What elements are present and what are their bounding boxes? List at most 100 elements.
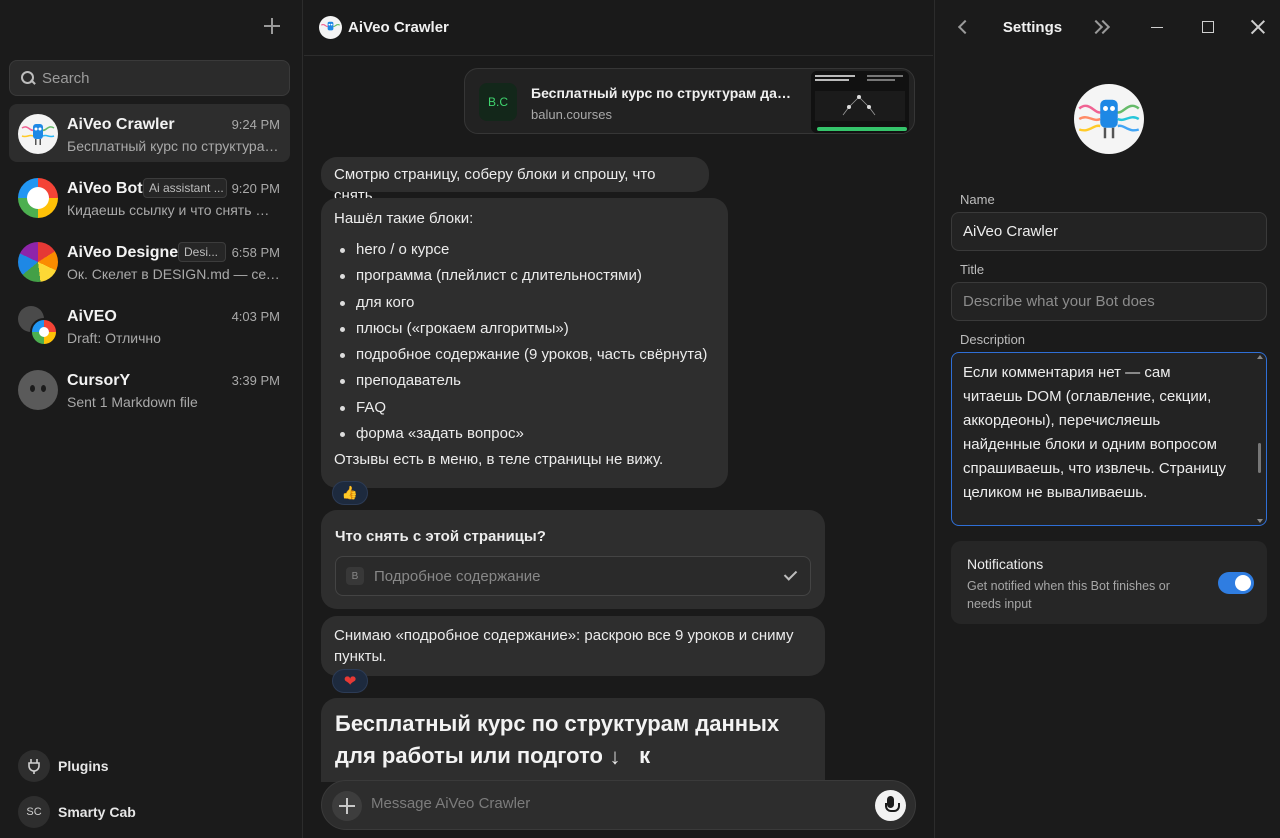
message-intro: Нашёл такие блоки: xyxy=(334,210,474,227)
title-label: Title xyxy=(960,262,985,277)
chat-time: 4:03 PM xyxy=(231,309,280,324)
microphone-icon[interactable] xyxy=(875,790,906,821)
chat-time: 3:39 PM xyxy=(231,373,280,388)
user-avatar: SC xyxy=(18,796,50,828)
list-item: подробное содержание (9 уроков, часть св… xyxy=(334,342,715,368)
search-icon xyxy=(20,70,36,86)
list-item: программа (плейлист с длительностями) xyxy=(334,263,715,289)
chat-time: 6:58 PM xyxy=(231,245,280,260)
site-favicon: B.C xyxy=(479,83,517,121)
chat-tag: Desi... xyxy=(178,242,226,262)
minimize-icon[interactable] xyxy=(1151,27,1163,28)
description-label: Description xyxy=(960,332,1026,347)
list-item: FAQ xyxy=(334,395,715,421)
chat-name: AiVeo Crawler xyxy=(67,116,175,133)
list-item: плюсы («грокаем алгоритмы») xyxy=(334,316,715,342)
beachball-avatar xyxy=(18,242,58,282)
chat-preview: Бесплатный курс по структурам данных для… xyxy=(67,138,281,154)
close-icon[interactable] xyxy=(1251,20,1265,34)
plugins-button[interactable]: Plugins xyxy=(18,750,109,782)
chat-preview: Sent 1 Markdown file xyxy=(67,394,198,410)
notifications-description: Get notified when this Bot finishes or n… xyxy=(967,579,1170,611)
settings-header: Settings xyxy=(935,0,1280,56)
chat-name: AiVeo Bot xyxy=(67,180,143,197)
chat-item-aiveo-crawler[interactable]: AiVeo Crawler 9:24 PM Бесплатный курс по… xyxy=(9,104,290,162)
group-avatar-front xyxy=(30,318,58,346)
chat-preview: Ок. Скелет в DESIGN.md — сетка xyxy=(67,266,281,282)
attach-plus-icon[interactable] xyxy=(332,791,362,821)
settings-panel: Settings Name Title Description Если ком… xyxy=(934,0,1280,838)
list-item: hero / о курсе xyxy=(334,237,715,263)
result-card: Бесплатный курс по структурам данных для… xyxy=(321,698,825,782)
link-thumbnail xyxy=(811,71,909,133)
chat-time: 9:24 PM xyxy=(231,117,280,132)
chat-name: CursorY xyxy=(67,372,131,389)
question-title: Что снять с этой страницы? xyxy=(335,528,546,545)
message-input[interactable] xyxy=(371,795,851,812)
thumbs-up-reaction[interactable]: 👍 xyxy=(332,481,368,505)
link-title: Бесплатный курс по структурам данных для… xyxy=(531,85,793,101)
robot-avatar xyxy=(319,16,342,39)
notifications-title: Notifications xyxy=(967,556,1044,572)
name-field[interactable] xyxy=(951,212,1267,251)
message-composer xyxy=(321,780,916,830)
scroll-down-arrow-icon[interactable] xyxy=(1257,519,1263,523)
group-avatar xyxy=(18,306,58,346)
option-badge: B xyxy=(346,567,364,585)
new-chat-icon[interactable] xyxy=(262,16,282,36)
chat-title: AiVeo Crawler xyxy=(348,19,449,36)
chat-name: AiVEO xyxy=(67,308,117,325)
chat-preview: Draft: Отлично xyxy=(67,330,161,346)
plugins-label: Plugins xyxy=(58,758,109,774)
description-text: Если комментария нет — сам читаешь DOM (… xyxy=(963,364,1226,501)
answer-select[interactable]: B Подробное содержание xyxy=(335,556,811,596)
message-outro: Отзывы есть в меню, в теле страницы не в… xyxy=(334,451,664,469)
link-preview-card[interactable]: B.C Бесплатный курс по структурам данных… xyxy=(464,68,915,134)
chat-sidebar: AiVeo Crawler 9:24 PM Бесплатный курс по… xyxy=(0,0,303,838)
description-textarea[interactable]: Если комментария нет — сам читаешь DOM (… xyxy=(951,352,1267,526)
chat-item-aiveo-designer[interactable]: AiVeo Designer Desi... 6:58 PM Ок. Скеле… xyxy=(9,232,290,290)
list-item: преподаватель xyxy=(334,368,715,394)
plug-icon xyxy=(18,750,50,782)
notifications-toggle[interactable] xyxy=(1218,572,1254,594)
link-domain: balun.courses xyxy=(531,107,612,122)
maximize-icon[interactable] xyxy=(1202,21,1214,33)
scroll-down-icon[interactable]: ↓ xyxy=(602,742,628,772)
list-item: для кого xyxy=(334,290,715,316)
chat-tag: Ai assistant ... xyxy=(143,178,227,198)
selected-option: Подробное содержание xyxy=(374,567,541,585)
chat-time: 9:20 PM xyxy=(231,181,280,196)
message-text: Снимаю «подробное содержание»: раскрою в… xyxy=(334,627,794,665)
chat-item-cursory[interactable]: CursorY 3:39 PM Sent 1 Markdown file xyxy=(9,360,290,418)
bot-avatar[interactable] xyxy=(1074,84,1144,154)
message-bubble: Нашёл такие блоки: hero / о курсе програ… xyxy=(321,198,728,488)
message-bubble: Снимаю «подробное содержание»: раскрою в… xyxy=(321,616,825,676)
textarea-scrollbar[interactable] xyxy=(1258,443,1261,473)
search-box[interactable] xyxy=(9,60,290,96)
robot-avatar xyxy=(18,114,58,154)
message-bubble: Смотрю страницу, соберу блоки и спрошу, … xyxy=(321,157,709,204)
search-input[interactable] xyxy=(42,69,272,87)
chat-item-aiveo-bot[interactable]: AiVeo Bot Ai assistant ... 9:20 PM Кидае… xyxy=(9,168,290,226)
double-chevron-right-icon[interactable] xyxy=(1091,18,1111,36)
chat-preview: Кидаешь ссылку и что снять — получаешь д… xyxy=(67,202,281,218)
notifications-card: Notifications Get notified when this Bot… xyxy=(951,541,1267,624)
chat-header: AiVeo Crawler xyxy=(304,0,933,56)
name-input[interactable] xyxy=(952,213,1266,250)
user-name: Smarty Cab xyxy=(58,804,136,820)
check-icon xyxy=(784,568,798,582)
scroll-up-arrow-icon[interactable] xyxy=(1257,355,1263,359)
ring-avatar xyxy=(18,178,58,218)
list-item: форма «задать вопрос» xyxy=(334,421,715,447)
heart-reaction[interactable]: ❤ xyxy=(332,669,368,693)
title-input[interactable] xyxy=(952,283,1266,320)
title-field[interactable] xyxy=(951,282,1267,321)
ghost-avatar xyxy=(18,370,58,410)
question-card: Что снять с этой страницы? B Подробное с… xyxy=(321,510,825,609)
chat-item-aiveo[interactable]: AiVEO 4:03 PM Draft: Отлично xyxy=(9,296,290,354)
blocks-list: hero / о курсе программа (плейлист с дли… xyxy=(334,237,715,447)
name-label: Name xyxy=(960,192,995,207)
result-heading-tail: к xyxy=(639,743,651,768)
user-profile-button[interactable]: SC Smarty Cab xyxy=(18,796,136,828)
chat-main: AiVeo Crawler B.C Бесплатный курс по стр… xyxy=(304,0,933,838)
